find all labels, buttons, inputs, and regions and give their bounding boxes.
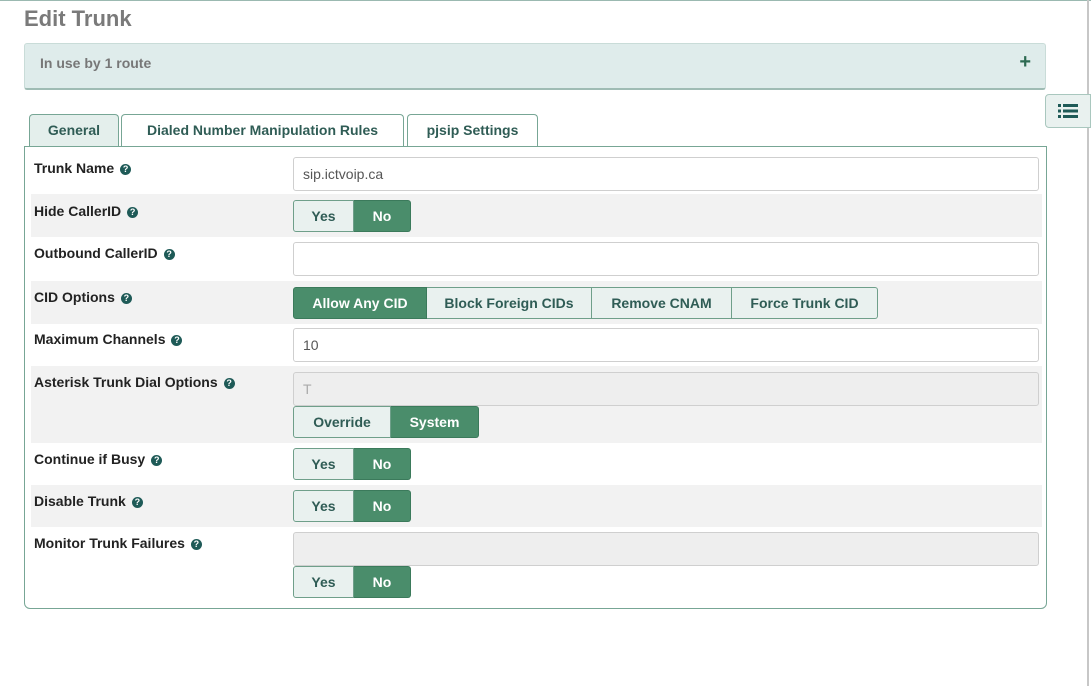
continue-if-busy-yes-button[interactable]: Yes <box>293 448 354 480</box>
trunk-form: Trunk Name? sip.ictvoip.ca Hide CallerID… <box>24 146 1047 609</box>
max-channels-label: Maximum Channels? <box>34 331 183 347</box>
cid-options-row: CID Options? Allow Any CID Block Foreign… <box>31 281 1042 324</box>
disable-trunk-no-button[interactable]: No <box>354 490 411 522</box>
outbound-callerid-input[interactable] <box>293 242 1039 276</box>
disable-trunk-toggle: Yes No <box>293 490 411 522</box>
trunk-name-row: Trunk Name? sip.ictvoip.ca <box>31 150 1042 194</box>
question-circle-icon[interactable]: ? <box>120 164 132 175</box>
hide-callerid-row: Hide CallerID? Yes No <box>31 194 1042 237</box>
monitor-failures-input[interactable] <box>293 532 1039 566</box>
disable-trunk-row: Disable Trunk? Yes No <box>31 485 1042 527</box>
system-button[interactable]: System <box>391 406 479 438</box>
question-circle-icon[interactable]: ? <box>131 497 143 508</box>
sidebar-toggle-button[interactable] <box>1045 94 1091 128</box>
continue-if-busy-no-button[interactable]: No <box>354 448 411 480</box>
dial-options-toggle: Override System <box>293 406 479 438</box>
tab-dialed-number-manipulation-rules[interactable]: Dialed Number Manipulation Rules <box>121 114 404 147</box>
disable-trunk-yes-button[interactable]: Yes <box>293 490 354 522</box>
hide-callerid-toggle: Yes No <box>293 200 411 232</box>
override-button[interactable]: Override <box>293 406 391 438</box>
dial-options-label: Asterisk Trunk Dial Options? <box>34 374 235 390</box>
trunk-name-input[interactable]: sip.ictvoip.ca <box>293 157 1039 191</box>
top-border <box>0 0 1091 4</box>
monitor-failures-no-button[interactable]: No <box>354 566 411 598</box>
block-foreign-cids-button[interactable]: Block Foreign CIDs <box>427 287 592 319</box>
tab-general[interactable]: General <box>29 114 119 148</box>
monitor-failures-row: Monitor Trunk Failures? Yes No <box>31 527 1042 603</box>
question-circle-icon[interactable]: ? <box>163 249 175 260</box>
monitor-failures-toggle: Yes No <box>293 566 411 598</box>
cid-options-label: CID Options? <box>34 289 132 305</box>
cid-options-group: Allow Any CID Block Foreign CIDs Remove … <box>293 287 878 319</box>
question-circle-icon[interactable]: ? <box>127 207 139 218</box>
question-circle-icon[interactable]: ? <box>190 539 202 550</box>
disable-trunk-label: Disable Trunk? <box>34 493 143 509</box>
in-use-panel[interactable]: In use by 1 route + <box>24 43 1046 90</box>
continue-if-busy-toggle: Yes No <box>293 448 411 480</box>
max-channels-input[interactable]: 10 <box>293 328 1039 362</box>
question-circle-icon[interactable]: ? <box>120 293 132 304</box>
in-use-text: In use by 1 route <box>40 55 152 71</box>
hide-callerid-label: Hide CallerID? <box>34 203 139 219</box>
max-channels-row: Maximum Channels? 10 <box>31 324 1042 366</box>
dial-options-row: Asterisk Trunk Dial Options? T Override … <box>31 366 1042 443</box>
plus-icon[interactable]: + <box>1019 51 1031 74</box>
remove-cnam-button[interactable]: Remove CNAM <box>592 287 732 319</box>
hide-callerid-no-button[interactable]: No <box>354 200 411 232</box>
question-circle-icon[interactable]: ? <box>223 378 235 389</box>
hide-callerid-yes-button[interactable]: Yes <box>293 200 354 232</box>
continue-if-busy-row: Continue if Busy? Yes No <box>31 443 1042 485</box>
dial-options-input[interactable]: T <box>293 372 1039 406</box>
question-circle-icon[interactable]: ? <box>171 335 183 346</box>
monitor-failures-yes-button[interactable]: Yes <box>293 566 354 598</box>
allow-any-cid-button[interactable]: Allow Any CID <box>293 287 427 319</box>
force-trunk-cid-button[interactable]: Force Trunk CID <box>732 287 878 319</box>
continue-if-busy-label: Continue if Busy? <box>34 451 163 467</box>
trunk-name-label: Trunk Name? <box>34 160 132 176</box>
outbound-callerid-row: Outbound CallerID? <box>31 237 1042 281</box>
question-circle-icon[interactable]: ? <box>151 455 163 466</box>
tab-pjsip-settings[interactable]: pjsip Settings <box>407 114 538 147</box>
monitor-failures-label: Monitor Trunk Failures? <box>34 535 202 551</box>
outbound-callerid-label: Outbound CallerID? <box>34 245 175 261</box>
page-title: Edit Trunk <box>24 6 132 31</box>
list-icon <box>1058 104 1078 118</box>
